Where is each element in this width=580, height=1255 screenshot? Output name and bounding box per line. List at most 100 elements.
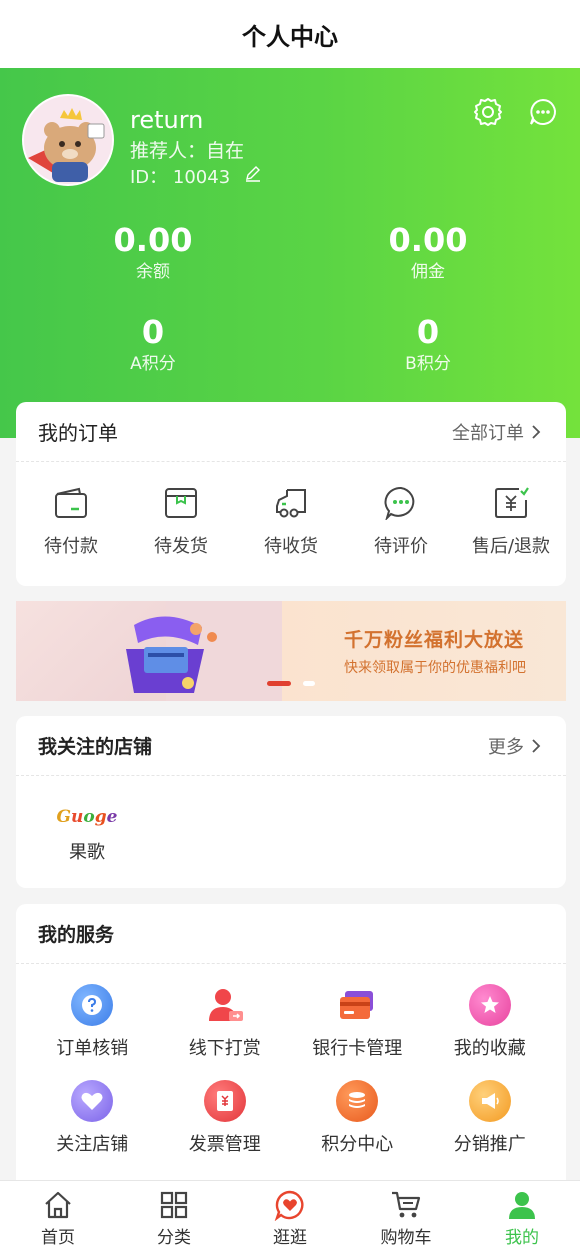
service-offline-reward[interactable]: 线下打赏	[159, 984, 292, 1060]
service-bank-card[interactable]: 银行卡管理	[291, 984, 424, 1060]
order-status-label: 待付款	[44, 536, 98, 557]
shops-card-header: 我关注的店铺 更多	[16, 716, 566, 776]
heart-chat-icon	[274, 1190, 304, 1221]
service-label: 我的收藏	[453, 1038, 526, 1059]
order-status-label: 售后/退款	[471, 536, 551, 557]
order-status-label: 待评价	[374, 536, 428, 557]
banner-dot[interactable]	[303, 681, 315, 686]
tab-label: 购物车	[380, 1228, 432, 1248]
commission-label: 佣金	[411, 262, 445, 282]
tab-category[interactable]: 分类	[116, 1181, 232, 1255]
banner-subtitle: 快来领取属于你的优惠福利吧	[344, 660, 526, 676]
shop-name: 果歌	[69, 842, 105, 863]
service-label: 分销推广	[453, 1134, 526, 1155]
service-distribution[interactable]: 分销推广	[424, 1080, 557, 1156]
balance-value: 0.00	[113, 221, 193, 259]
bottom-tab-bar: 首页 分类 逛逛 购物车 我的	[0, 1180, 580, 1255]
services-title: 我的服务	[38, 924, 115, 946]
promo-banner[interactable]: 千万粉丝福利大放送 快来领取属于你的优惠福利吧	[16, 601, 566, 701]
service-label: 发票管理	[188, 1134, 261, 1155]
referrer-text: 推荐人：自在	[130, 140, 245, 162]
megaphone-icon	[468, 1080, 511, 1122]
banner-title: 千万粉丝福利大放送	[344, 629, 525, 651]
heart-icon	[71, 1080, 114, 1122]
order-status-after-sales[interactable]: 售后/退款	[456, 486, 566, 558]
b-points-label: B积分	[405, 354, 451, 374]
banner-dot-active[interactable]	[267, 681, 291, 686]
balance-stat[interactable]: 0.00 余额	[53, 220, 253, 284]
chevron-right-icon	[532, 738, 541, 753]
order-status-pending-shipment[interactable]: 待发货	[126, 486, 236, 558]
service-label: 积分中心	[321, 1134, 394, 1155]
shop-logo: Guoge	[56, 807, 118, 827]
service-favorites[interactable]: 我的收藏	[424, 984, 557, 1060]
service-label: 订单核销	[56, 1038, 129, 1059]
edit-icon[interactable]	[244, 165, 262, 188]
shop-item[interactable]: Guoge 果歌	[42, 796, 132, 864]
tab-mine[interactable]: 我的	[464, 1181, 580, 1255]
banner-illustration	[16, 601, 282, 701]
orders-title: 我的订单	[38, 421, 118, 445]
wallet-icon	[55, 487, 87, 518]
refund-icon	[495, 487, 529, 518]
service-label: 银行卡管理	[312, 1038, 403, 1059]
question-icon	[71, 984, 114, 1026]
person-icon	[509, 1192, 535, 1219]
message-icon[interactable]	[527, 96, 559, 128]
avatar[interactable]	[22, 94, 114, 186]
commission-value: 0.00	[388, 221, 468, 259]
services-card-header: 我的服务	[16, 904, 566, 964]
service-invoice[interactable]: 发票管理	[159, 1080, 292, 1156]
a-points-label: A积分	[130, 354, 176, 374]
username: return	[130, 106, 204, 134]
bank-card-icon	[336, 984, 378, 1026]
page: 个人中心 return 推荐人：自在 ID： 10043 0.00 余额 0.0…	[0, 0, 580, 1255]
service-points-center[interactable]: 积分中心	[291, 1080, 424, 1156]
shops-more-label: 更多	[488, 736, 524, 758]
shops-more-link[interactable]: 更多	[488, 733, 542, 759]
tab-browse[interactable]: 逛逛	[232, 1181, 348, 1255]
tab-cart[interactable]: 购物车	[348, 1181, 464, 1255]
services-grid: 订单核销 线下打赏 银行卡管理 我的收藏 关注店铺 发票管理 积分中心 分销推广	[16, 964, 566, 1156]
a-points-stat[interactable]: 0 A积分	[53, 312, 253, 376]
order-status-pending-receipt[interactable]: 待收货	[236, 486, 346, 558]
tab-label: 分类	[157, 1228, 191, 1248]
all-orders-label: 全部订单	[452, 422, 524, 444]
order-status-label: 待发货	[154, 536, 208, 557]
grid-icon	[160, 1191, 188, 1219]
cart-icon	[392, 1191, 421, 1218]
service-followed-shops[interactable]: 关注店铺	[26, 1080, 159, 1156]
chevron-right-icon	[532, 424, 541, 439]
settings-icon[interactable]	[472, 96, 504, 128]
tab-label: 首页	[41, 1228, 75, 1248]
user-reward-icon	[204, 984, 246, 1026]
services-card: 我的服务 订单核销 线下打赏 银行卡管理 我的收藏 关注店铺 发票管理 积分中心…	[16, 904, 566, 1204]
orders-card-header: 我的订单 全部订单	[16, 402, 566, 462]
shops-title: 我关注的店铺	[38, 736, 153, 758]
orders-card: 我的订单 全部订单 待付款 待发货 待收货 待评价 售后/退款	[16, 402, 566, 586]
order-status-pending-review[interactable]: 待评价	[346, 486, 456, 558]
tab-label: 我的	[505, 1228, 539, 1248]
star-icon	[468, 984, 511, 1026]
a-points-value: 0	[141, 313, 165, 351]
page-title: 个人中心	[242, 22, 338, 51]
order-status-label: 待收货	[264, 536, 318, 557]
user-id-text: ID： 10043	[130, 167, 231, 188]
tab-label: 逛逛	[273, 1228, 307, 1248]
commission-stat[interactable]: 0.00 佣金	[328, 220, 528, 284]
home-icon	[45, 1191, 71, 1219]
service-order-verify[interactable]: 订单核销	[26, 984, 159, 1060]
box-icon	[165, 488, 197, 518]
order-status-pending-payment[interactable]: 待付款	[16, 486, 126, 558]
service-label: 关注店铺	[56, 1134, 129, 1155]
user-id: ID： 10043	[130, 163, 262, 189]
coins-icon	[336, 1080, 379, 1122]
comment-icon	[384, 486, 415, 520]
all-orders-link[interactable]: 全部订单	[452, 419, 542, 445]
truck-icon	[276, 489, 306, 518]
b-points-stat[interactable]: 0 B积分	[328, 312, 528, 376]
service-label: 线下打赏	[188, 1038, 261, 1059]
tab-home[interactable]: 首页	[0, 1181, 116, 1255]
followed-shops-card: 我关注的店铺 更多 Guoge 果歌	[16, 716, 566, 888]
balance-label: 余额	[136, 262, 170, 282]
